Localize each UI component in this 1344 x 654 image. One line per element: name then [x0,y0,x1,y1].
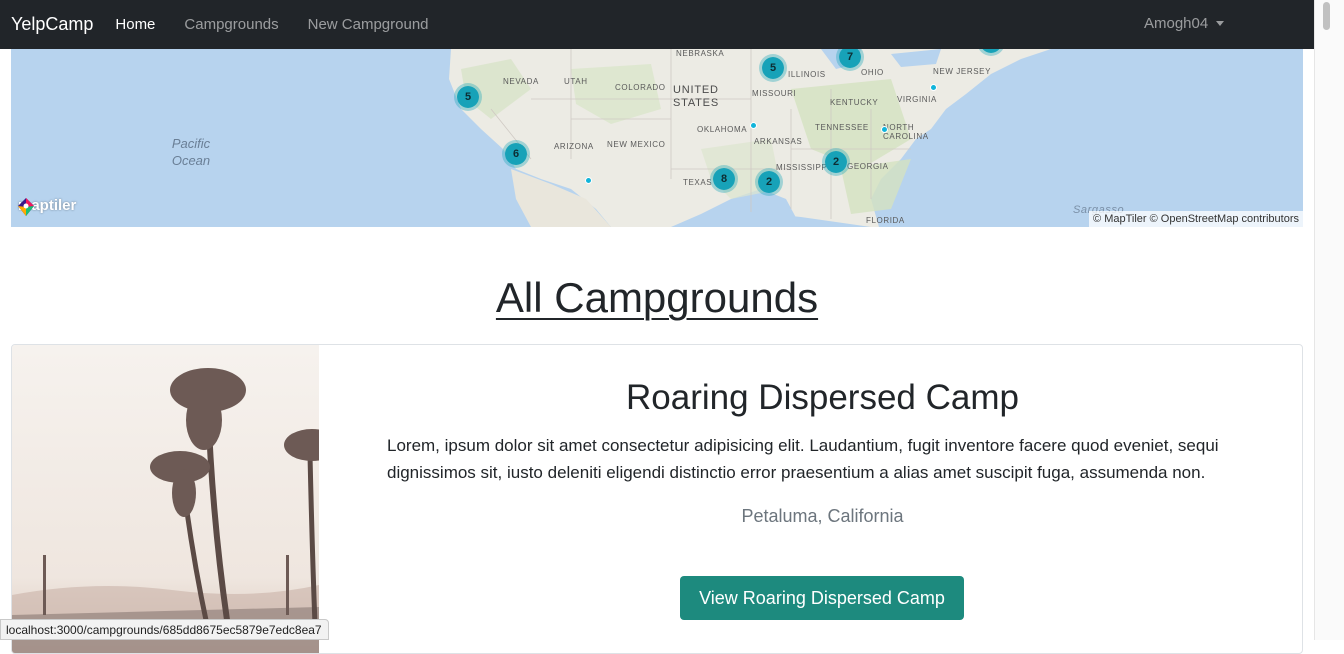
status-bar-url: localhost:3000/campgrounds/685dd8675ec58… [0,619,329,640]
campground-location: Petaluma, California [741,506,904,526]
page-scrollbar[interactable] [1314,0,1344,640]
page-title: All Campgrounds [495,274,819,321]
scrollbar-thumb[interactable] [1323,2,1330,30]
map-point[interactable] [929,83,937,91]
map-label: OHIO [861,68,884,77]
map-label: NEW JERSEY [933,67,992,76]
campground-title: Roaring Dispersed Camp [626,378,1019,417]
campground-description: Lorem, ipsum dolor sit amet consectetur … [387,436,1219,482]
map-label: GEORGIA [847,162,889,171]
brand-link[interactable]: YelpCamp [11,14,93,35]
map-cluster[interactable]: 8 [710,165,738,193]
map-point[interactable] [880,125,888,133]
map-label: NEBRASKA [676,49,725,58]
map-label: COLORADO [615,83,666,92]
map-label: ARKANSAS [754,137,803,146]
map-ocean-label: Pacific Ocean [171,136,211,168]
map-label: NEW MEXICO [607,140,666,149]
map-cluster[interactable]: 6 [502,140,530,168]
nav-home-link[interactable]: Home [115,16,155,33]
map-label: ILLINOIS [788,70,826,79]
map-label: TEXAS [683,178,713,187]
user-name: Amogh04 [1144,15,1209,32]
card-body: Roaring Dispersed Camp Lorem, ipsum dolo… [319,345,1302,653]
map-point[interactable] [749,121,757,129]
map-label: VIRGINIA [897,95,937,104]
nav-campgrounds-link[interactable]: Campgrounds [184,16,278,33]
map-label: OKLAHOMA [697,125,748,134]
map-label: TENNESSEE [815,123,869,132]
map-point[interactable] [584,176,592,184]
map-label: FLORIDA [866,216,905,225]
map-label: NORTH CAROLINA [883,123,929,141]
cluster-map[interactable]: NEBRASKA NEVADA UTAH COLORADO UNITED STA… [11,49,1303,227]
caret-down-icon [1216,21,1225,26]
maptiler-logo[interactable]: maptiler [16,197,76,216]
navbar: YelpCamp Home Campgrounds New Campground… [0,0,1314,49]
map-label: NEVADA [503,77,539,86]
map-cluster[interactable]: 5 [759,54,787,82]
map-cluster[interactable]: 5 [454,83,482,111]
campground-image [12,345,319,653]
map-attribution[interactable]: © MapTiler © OpenStreetMap contributors [1089,211,1303,227]
map-label: MISSOURI [752,89,797,98]
maptiler-logo-icon [18,198,34,216]
map-label: UTAH [564,77,588,86]
campground-card: Roaring Dispersed Camp Lorem, ipsum dolo… [11,344,1303,654]
map-label: ARIZONA [554,142,594,151]
nav-new-campground-link[interactable]: New Campground [308,16,429,33]
map-label: KENTUCKY [830,98,879,107]
view-campground-button[interactable]: View Roaring Dispersed Camp [680,576,964,620]
user-dropdown[interactable]: Amogh04 [1144,15,1225,32]
map-cluster[interactable]: 2 [755,168,783,196]
map-cluster[interactable]: 2 [822,148,850,176]
map-label: UNITED STATES [673,84,719,109]
